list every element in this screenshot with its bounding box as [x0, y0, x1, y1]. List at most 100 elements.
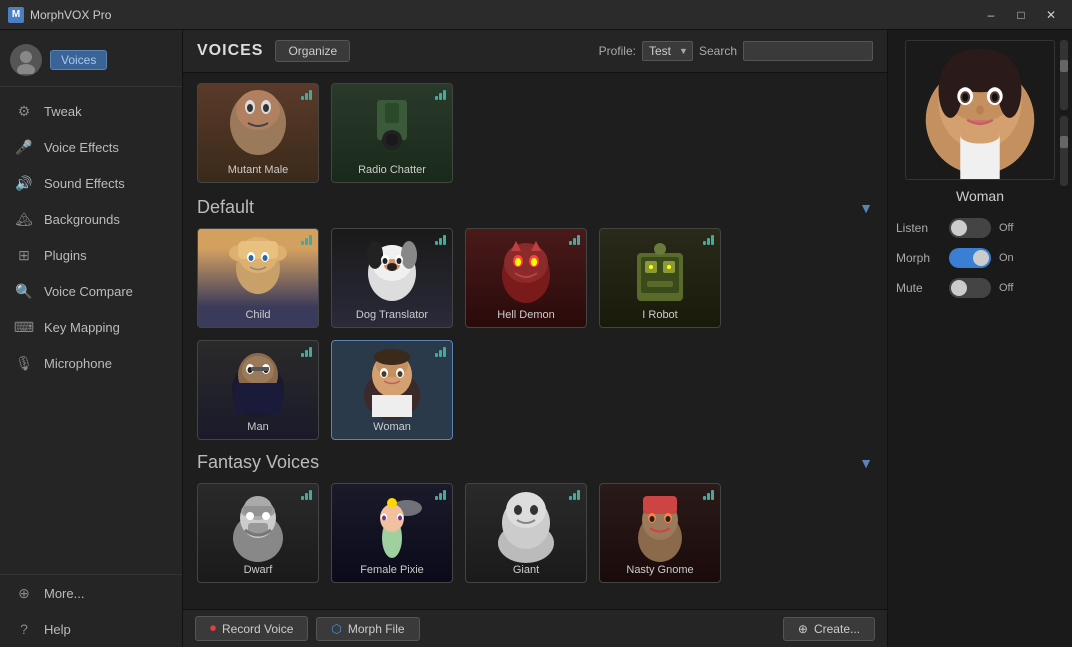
child-image [198, 233, 318, 307]
help-icon: ? [14, 619, 34, 639]
man-label: Man [243, 419, 272, 435]
listen-label: Listen [896, 221, 941, 235]
record-icon: ⏺ [210, 621, 216, 636]
bar1 [703, 496, 706, 500]
giant-label: Giant [509, 562, 543, 578]
content-area: VOICES Organize Profile: Test Search [183, 30, 887, 647]
giant-image [466, 488, 586, 562]
voice-card-man[interactable]: Man [197, 340, 319, 440]
sidebar-item-voice-compare[interactable]: 🔍 Voice Compare [0, 273, 182, 309]
signal-bars-dwarf [301, 490, 312, 500]
selected-voice-name: Woman [956, 188, 1004, 204]
bar3 [443, 90, 446, 100]
voice-card-dog-translator[interactable]: Dog Translator [331, 228, 453, 328]
slider-handle-1 [1060, 60, 1068, 72]
mute-toggle-knob [951, 280, 967, 296]
create-button[interactable]: ⊕ Create... [783, 617, 875, 641]
sidebar-item-key-mapping[interactable]: ⌨ Key Mapping [0, 309, 182, 345]
voice-card-nasty-gnome[interactable]: Nasty Gnome [599, 483, 721, 583]
listen-toggle[interactable] [949, 218, 991, 238]
bar2 [305, 93, 308, 100]
app-icon: M [8, 7, 24, 23]
sidebar-label-more: More... [44, 586, 84, 601]
default-section-arrow[interactable]: ▼ [859, 200, 873, 216]
profile-select[interactable]: Test [642, 41, 693, 61]
signal-bars-pixie [435, 490, 446, 500]
close-button[interactable]: ✕ [1038, 5, 1064, 25]
morph-state: On [999, 252, 1014, 264]
radio-chatter-label: Radio Chatter [354, 162, 430, 178]
right-slider-1[interactable] [1060, 40, 1068, 110]
radio-chatter-image [332, 88, 452, 162]
search-input[interactable] [743, 41, 873, 61]
window-controls: – □ ✕ [978, 5, 1064, 25]
morph-toggle[interactable] [949, 248, 991, 268]
signal-bars-giant [569, 490, 580, 500]
fantasy-section-header: Fantasy Voices ▼ [197, 452, 873, 473]
sidebar-item-voice-effects[interactable]: 🎤 Voice Effects [0, 129, 182, 165]
woman-image [332, 345, 452, 419]
voice-card-female-pixie[interactable]: Female Pixie [331, 483, 453, 583]
dog-translator-image [332, 233, 452, 307]
bar2 [305, 238, 308, 245]
voice-card-hell-demon[interactable]: Hell Demon [465, 228, 587, 328]
voice-card-i-robot[interactable]: I Robot [599, 228, 721, 328]
sidebar-item-more[interactable]: ⊕ More... [0, 575, 182, 611]
listen-state: Off [999, 222, 1013, 234]
default-voices-row2: Man [197, 340, 873, 440]
mute-state: Off [999, 282, 1013, 294]
record-voice-label: Record Voice [222, 622, 293, 636]
bar3 [443, 235, 446, 245]
minimize-button[interactable]: – [978, 5, 1004, 25]
sidebar-label-help: Help [44, 622, 71, 637]
record-voice-button[interactable]: ⏺ Record Voice [195, 616, 308, 641]
fantasy-section-arrow[interactable]: ▼ [859, 455, 873, 471]
bar1 [435, 353, 438, 357]
organize-button[interactable]: Organize [275, 40, 350, 62]
sidebar-item-backgrounds[interactable]: 🏔 Backgrounds [0, 201, 182, 237]
bar2 [439, 93, 442, 100]
morph-toggle-knob [973, 250, 989, 266]
voice-effects-icon: 🎤 [14, 137, 34, 157]
sidebar-label-voice-compare: Voice Compare [44, 284, 133, 299]
bar2 [573, 238, 576, 245]
voice-card-dwarf[interactable]: Dwarf [197, 483, 319, 583]
sidebar-item-plugins[interactable]: ⊞ Plugins [0, 237, 182, 273]
voices-scroll[interactable]: Mutant Male [183, 73, 887, 609]
mutant-male-image [198, 88, 318, 162]
voice-card-woman[interactable]: Woman [331, 340, 453, 440]
bar1 [569, 496, 572, 500]
bar1 [569, 241, 572, 245]
sidebar-item-tweak[interactable]: ⚙ Tweak [0, 93, 182, 129]
bar3 [309, 235, 312, 245]
hell-demon-image [466, 233, 586, 307]
voice-card-radio-chatter[interactable]: Radio Chatter [331, 83, 453, 183]
dwarf-image [198, 488, 318, 562]
voice-card-child[interactable]: Child [197, 228, 319, 328]
voice-card-mutant-male[interactable]: Mutant Male [197, 83, 319, 183]
mute-toggle[interactable] [949, 278, 991, 298]
voices-badge[interactable]: Voices [50, 50, 107, 70]
right-slider-2[interactable] [1060, 116, 1068, 186]
listen-row: Listen Off [896, 218, 1064, 238]
morph-file-button[interactable]: ⬡ Morph File [316, 617, 419, 641]
sidebar-item-microphone[interactable]: 🎙 Microphone [0, 345, 182, 381]
sidebar-item-help[interactable]: ? Help [0, 611, 182, 647]
voice-card-giant[interactable]: Giant [465, 483, 587, 583]
morph-file-icon: ⬡ [331, 622, 341, 636]
signal-bars-robot [703, 235, 714, 245]
signal-bars-man [301, 347, 312, 357]
sound-effects-icon: 🔊 [14, 173, 34, 193]
avatar [10, 44, 42, 76]
default-section-header: Default ▼ [197, 197, 873, 218]
bar1 [301, 241, 304, 245]
morph-row: Morph On [896, 248, 1064, 268]
bar1 [435, 496, 438, 500]
mute-label: Mute [896, 281, 941, 295]
i-robot-label: I Robot [638, 307, 681, 323]
bar2 [573, 493, 576, 500]
bar2 [305, 493, 308, 500]
key-mapping-icon: ⌨ [14, 317, 34, 337]
sidebar-item-sound-effects[interactable]: 🔊 Sound Effects [0, 165, 182, 201]
maximize-button[interactable]: □ [1008, 5, 1034, 25]
